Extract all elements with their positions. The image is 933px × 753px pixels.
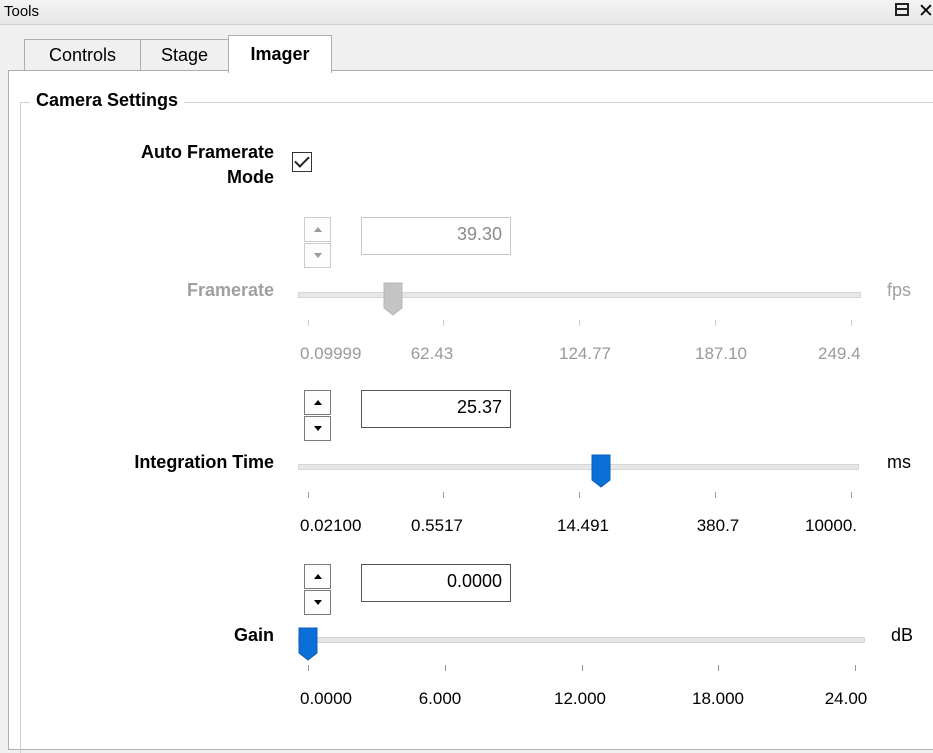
framerate-label: Framerate <box>186 280 274 300</box>
gain-tick <box>855 665 856 671</box>
tab-imager-label: Imager <box>250 44 310 64</box>
tab-controls[interactable]: Controls <box>24 39 141 71</box>
framerate-tick-label: 62.43 <box>410 344 454 363</box>
up-arrow-icon <box>313 400 322 405</box>
integration-time-tick-label: 0.02100 <box>300 516 362 535</box>
gain-tick <box>445 665 446 671</box>
gain-tick-label: 24.00 <box>824 689 868 708</box>
auto-framerate-label-line1: Auto Framerate <box>140 142 274 162</box>
panel-title: Tools <box>4 3 40 20</box>
framerate-tick <box>579 320 580 326</box>
framerate-tick-label: 0.09999 <box>300 344 362 363</box>
integration-time-up-button[interactable] <box>304 390 331 415</box>
gain-tick-label: 18.000 <box>692 689 744 708</box>
close-icon[interactable]: ✕ <box>918 0 933 23</box>
framerate-slider-thumb[interactable] <box>383 282 403 316</box>
up-arrow-icon <box>313 574 322 579</box>
integration-time-slider-track[interactable] <box>298 464 859 470</box>
auto-framerate-label-line2: Mode <box>227 167 274 187</box>
gain-tick-label: 6.000 <box>418 689 462 708</box>
integration-time-tick-label: 380.7 <box>696 516 740 535</box>
tab-controls-label: Controls <box>48 44 117 65</box>
auto-framerate-label: Auto Framerate Mode <box>60 140 274 190</box>
integration-time-tick-label: 10000. <box>805 516 857 535</box>
framerate-unit: fps <box>887 280 912 300</box>
integration-time-tick <box>443 492 444 498</box>
integration-time-input[interactable]: 25.37 <box>361 390 511 428</box>
framerate-input[interactable]: 39.30 <box>361 217 511 255</box>
gain-tick <box>582 665 583 671</box>
integration-time-label: Integration Time <box>134 452 274 472</box>
framerate-down-button[interactable] <box>304 243 331 268</box>
integration-time-tick-label: 14.491 <box>557 516 609 535</box>
integration-time-slider-thumb[interactable] <box>591 454 611 488</box>
integration-time-tick <box>715 492 716 498</box>
integration-time-tick <box>308 492 309 498</box>
framerate-tick-label: 124.77 <box>559 344 611 363</box>
gain-up-button[interactable] <box>304 564 331 589</box>
camera-settings-title: Camera Settings <box>30 90 185 111</box>
framerate-tick <box>443 320 444 326</box>
framerate-up-button[interactable] <box>304 217 331 242</box>
framerate-tick <box>308 320 309 326</box>
gain-input[interactable]: 0.0000 <box>361 564 511 602</box>
framerate-tick <box>715 320 716 326</box>
gain-unit: dB <box>891 625 914 645</box>
integration-time-tick <box>579 492 580 498</box>
gain-slider-thumb[interactable] <box>298 627 318 661</box>
framerate-tick <box>851 320 852 326</box>
tab-imager[interactable]: Imager <box>228 35 332 73</box>
gain-tick-label: 12.000 <box>554 689 606 708</box>
gain-label: Gain <box>233 625 274 645</box>
up-arrow-icon <box>313 227 322 232</box>
framerate-tick-label: 249.4 <box>818 344 860 363</box>
tab-stage-label: Stage <box>160 44 209 65</box>
gain-tick <box>718 665 719 671</box>
down-arrow-icon <box>313 253 322 258</box>
framerate-tick-label: 187.10 <box>695 344 747 363</box>
dock-icon[interactable] <box>895 3 909 16</box>
down-arrow-icon <box>313 426 322 431</box>
gain-tick <box>308 665 309 671</box>
integration-time-down-button[interactable] <box>304 416 331 441</box>
integration-time-tick <box>851 492 852 498</box>
gain-slider-track[interactable] <box>298 637 865 643</box>
integration-time-unit: ms <box>887 452 911 472</box>
panel-titlebar: Tools ✕ <box>0 0 933 25</box>
auto-framerate-checkbox[interactable] <box>292 152 312 172</box>
down-arrow-icon <box>313 600 322 605</box>
gain-down-button[interactable] <box>304 590 331 615</box>
tab-stage[interactable]: Stage <box>140 39 229 71</box>
integration-time-tick-label: 0.5517 <box>411 516 463 535</box>
